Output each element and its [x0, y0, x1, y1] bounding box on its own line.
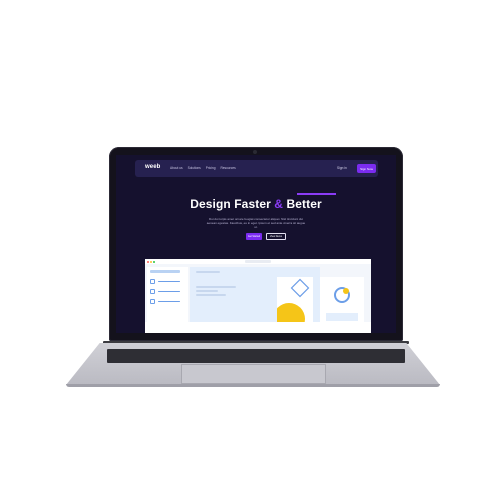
nav-link-resources[interactable]: Resources: [220, 166, 235, 170]
preview-sidebar: [147, 267, 188, 325]
close-dot-icon: [147, 260, 149, 263]
laptop-screen: weeb About us Solutions Pricing Resource…: [116, 155, 396, 333]
logo[interactable]: weeb: [145, 164, 160, 170]
main-line: [196, 290, 218, 292]
hero-title-ampersand: &: [274, 197, 284, 211]
view-demo-button[interactable]: View Demo: [266, 233, 286, 240]
preview-window-bar: [145, 259, 371, 264]
hero-title-part1: Design Faster: [190, 197, 275, 211]
nav-link-pricing[interactable]: Pricing: [206, 166, 216, 170]
nav-links: About us Solutions Pricing Resources: [170, 166, 236, 170]
preview-sidebar-header: [150, 270, 180, 273]
hero-subtitle: Dui dui turpis amet ornare feugiat conse…: [206, 217, 306, 229]
checkbox-icon: [150, 279, 155, 284]
title-underline: [297, 193, 336, 195]
sidebar-line: [158, 290, 180, 293]
shape-icon: [277, 278, 310, 325]
laptop: weeb About us Solutions Pricing Resource…: [0, 0, 500, 500]
main-line: [196, 294, 226, 296]
main-line: [196, 271, 220, 273]
sign-in-link[interactable]: Sign in: [337, 166, 347, 170]
laptop-base-front: [66, 384, 440, 387]
sidebar-line: [158, 300, 180, 303]
nav-cta-button[interactable]: Sign Now: [357, 164, 376, 173]
maximize-dot-icon: [153, 260, 155, 263]
hero-title-part2: Better: [283, 197, 322, 211]
checkbox-icon: [150, 299, 155, 304]
webcam: [253, 150, 257, 154]
navbar: weeb About us Solutions Pricing Resource…: [135, 160, 378, 177]
preview-address-bar: [245, 260, 271, 263]
laptop-lid: weeb About us Solutions Pricing Resource…: [109, 147, 403, 341]
preview-bottom-strip: [145, 322, 371, 333]
avatar-ring-icon: [326, 287, 358, 321]
nav-link-about[interactable]: About us: [170, 166, 183, 170]
checkbox-icon: [150, 289, 155, 294]
nav-link-solutions[interactable]: Solutions: [188, 166, 201, 170]
app-preview: [145, 259, 371, 333]
sidebar-line: [158, 280, 180, 283]
keyboard: [107, 349, 405, 363]
preview-card-avatar: [320, 277, 364, 325]
preview-card-shapes: [277, 277, 313, 325]
hero-title: Design Faster & Better: [116, 197, 396, 211]
get-started-button[interactable]: Get Started: [246, 233, 262, 240]
touchpad: [181, 364, 326, 384]
minimize-dot-icon: [150, 260, 152, 263]
main-line: [196, 286, 236, 288]
